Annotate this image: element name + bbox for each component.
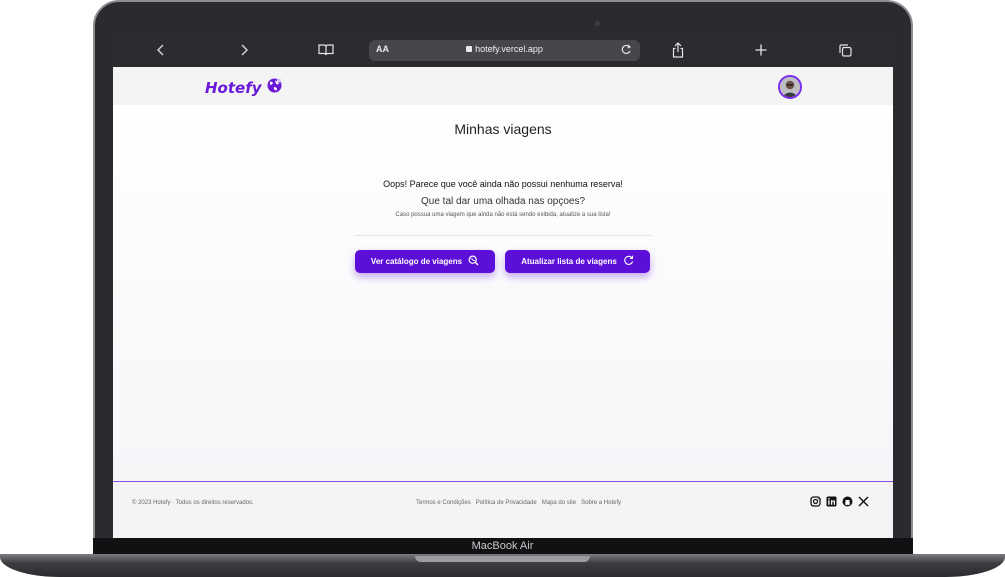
social-links [810, 496, 869, 507]
logo[interactable]: Hotefy [205, 77, 283, 98]
main-content: Minhas viagens Oops! Parece que você ain… [113, 105, 893, 481]
refresh-list-button[interactable]: Atualizar lista de viagens [505, 250, 650, 273]
page-title: Minhas viagens [454, 121, 552, 137]
laptop-notch [415, 556, 590, 562]
screen: AA hotefy.vercel.app Hotefy Minhas viage… [113, 34, 893, 538]
globe-icon [266, 77, 283, 98]
refresh-icon [623, 255, 634, 268]
instagram-icon[interactable] [810, 496, 821, 507]
url-text: hotefy.vercel.app [475, 44, 543, 54]
view-catalog-button[interactable]: Ver catálogo de viagens [355, 250, 495, 273]
logo-text: Hotefy [205, 78, 262, 97]
reload-icon[interactable] [620, 43, 632, 61]
app-header: Hotefy [113, 67, 893, 105]
footer-link-sitemap[interactable]: Mapa do site [542, 500, 576, 506]
search-globe-icon [468, 255, 479, 268]
model-label: MacBook Air [471, 540, 534, 552]
lock-icon [466, 46, 473, 52]
view-catalog-label: Ver catálogo de viagens [370, 257, 463, 266]
linkedin-icon[interactable] [826, 496, 837, 507]
tabs-icon[interactable] [838, 40, 852, 60]
book-icon[interactable] [317, 40, 335, 60]
forward-icon[interactable] [237, 40, 251, 60]
hint-text: Caso possua uma viagem que ainda não est… [395, 212, 611, 218]
suggestion-text: Que tal dar uma olhada nas opçoes? [421, 196, 585, 207]
address-bar[interactable]: AA hotefy.vercel.app [369, 40, 640, 61]
refresh-list-label: Atualizar lista de viagens [521, 257, 617, 266]
user-avatar[interactable] [778, 75, 802, 99]
camera [595, 21, 600, 26]
back-icon[interactable] [153, 40, 167, 60]
footer-links: Termos e Condições Política de Privacida… [416, 500, 621, 506]
copyright-text: © 2023 Hotefy · Todos os direitos reserv… [132, 500, 254, 506]
footer: © 2023 Hotefy · Todos os direitos reserv… [113, 481, 893, 538]
footer-link-about[interactable]: Sobre a Hotefy [581, 500, 621, 506]
footer-link-terms[interactable]: Termos e Condições [416, 500, 471, 506]
github-icon[interactable] [842, 496, 853, 507]
divider [355, 235, 651, 236]
x-icon[interactable] [858, 496, 869, 507]
share-icon[interactable] [671, 40, 685, 60]
plus-icon[interactable] [754, 40, 768, 60]
empty-message: Oops! Parece que você ainda não possui n… [383, 179, 623, 189]
laptop-frame: AA hotefy.vercel.app Hotefy Minhas viage… [0, 0, 1005, 577]
footer-link-privacy[interactable]: Política de Privacidade [476, 500, 537, 506]
browser-toolbar: AA hotefy.vercel.app [113, 34, 893, 67]
